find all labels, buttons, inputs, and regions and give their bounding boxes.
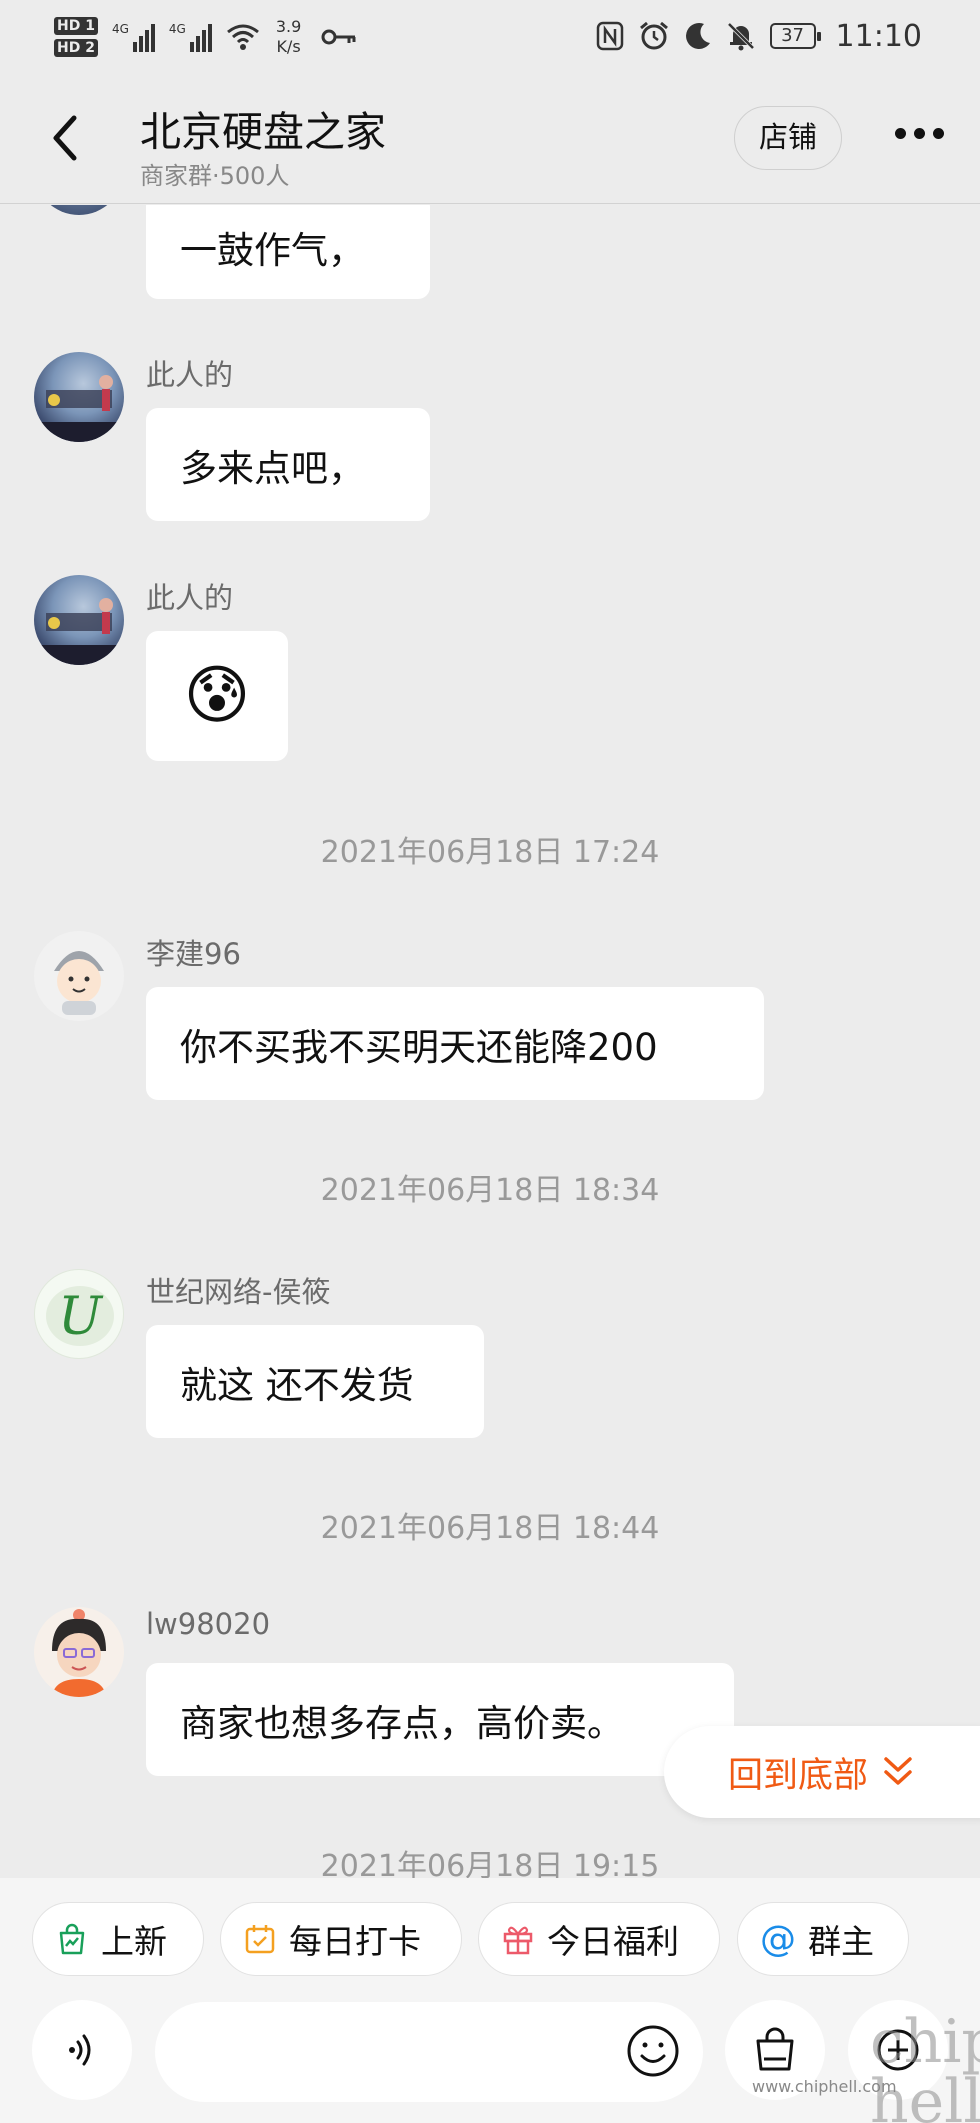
message-bubble[interactable]: 就这 还不发货 [146, 1325, 484, 1438]
avatar-art [34, 598, 124, 665]
message-input[interactable] [155, 2002, 703, 2102]
message-bubble[interactable]: 你不买我不买明天还能降200 [146, 987, 764, 1100]
sender-name: 李建96 [146, 937, 241, 971]
status-right: 37 11:10 [596, 14, 922, 58]
quick-action-checkin[interactable]: 每日打卡 [220, 1902, 462, 1976]
back-chevron-icon[interactable] [44, 110, 84, 166]
avatar[interactable] [34, 205, 124, 215]
message-bubble[interactable]: 多来点吧， [146, 408, 430, 521]
scroll-to-bottom-label: 回到底部 [728, 1755, 869, 1796]
shopping-bag-icon [756, 2027, 794, 2071]
double-chevron-down-icon [884, 1757, 912, 1785]
avatar-art [52, 1609, 106, 1697]
avatar-art [54, 951, 104, 1015]
timestamp: 2021年06月18日 18:34 [320, 1173, 660, 1208]
network-speed: 3.9 K/s [276, 17, 301, 57]
quick-action-label: 上新 [101, 1922, 167, 1961]
group-title: 北京硬盘之家 [140, 108, 386, 156]
scroll-to-bottom-button[interactable]: 回到底部 [664, 1726, 980, 1818]
sender-name: 世纪网络-侯筱 [146, 1275, 331, 1309]
message-bubble[interactable]: 商家也想多存点，高价卖。 [146, 1663, 734, 1776]
avatar[interactable]: U [34, 1269, 124, 1359]
speed-value: 3.9 [275, 17, 302, 36]
quick-action-label: 群主 [808, 1922, 874, 1961]
nfc-icon [596, 21, 623, 51]
avatar[interactable] [34, 1607, 124, 1697]
avatar[interactable] [34, 931, 124, 1021]
svg-text:U: U [58, 1287, 104, 1347]
avatar[interactable] [34, 352, 124, 442]
avatar[interactable] [34, 575, 124, 665]
quick-action-label: 每日打卡 [289, 1922, 421, 1961]
chat-header: 北京硬盘之家 商家群·500人 店铺 [0, 72, 980, 204]
wifi-icon [226, 24, 259, 50]
message-text: 就这 还不发货 [180, 1363, 414, 1407]
signal-icon: 4G [112, 22, 155, 52]
emoji-message: 😰 [183, 659, 251, 733]
key-icon [321, 29, 356, 45]
moon-icon [685, 23, 710, 50]
network-type-label: 4G [168, 22, 186, 36]
sim1-badge: HD 1 [54, 17, 98, 35]
avatar-art: U [46, 1286, 114, 1347]
battery-icon: 37 [769, 23, 821, 49]
chiphell-watermark: chip hell [870, 2007, 980, 2123]
sender-name: 此人的 [146, 581, 234, 615]
voice-icon [69, 2034, 91, 2066]
voice-button[interactable] [32, 2000, 132, 2100]
avatar-art [34, 375, 124, 442]
sender-name: lw98020 [146, 1607, 271, 1641]
sim-indicators: HD 1 HD 2 [54, 17, 98, 57]
message-bubble[interactable]: 一鼓作气， [146, 205, 430, 299]
message-text: 多来点吧， [180, 446, 365, 490]
shopping-bag-new-icon [59, 1923, 85, 1955]
mute-bell-icon [727, 22, 754, 51]
shop-button[interactable]: 店铺 [734, 106, 842, 170]
message-text: 你不买我不买明天还能降200 [180, 1025, 658, 1069]
timestamp: 2021年06月18日 18:44 [320, 1511, 660, 1546]
timestamp: 2021年06月18日 17:24 [320, 835, 660, 870]
smile-icon[interactable] [625, 2023, 681, 2079]
network-type-label: 4G [111, 22, 129, 36]
quick-action-owner[interactable]: @ 群主 [737, 1902, 909, 1976]
quick-action-label: 今日福利 [547, 1922, 679, 1961]
timestamp: 2021年06月18日 19:15 [320, 1849, 660, 1878]
message-text: 商家也想多存点，高价卖。 [180, 1701, 624, 1745]
message-text: 一鼓作气， [180, 229, 365, 272]
quick-action-new[interactable]: 上新 [32, 1902, 204, 1976]
watermark-url: www.chiphell.com [752, 2077, 897, 2096]
more-dots-icon[interactable] [895, 128, 944, 139]
alarm-icon [639, 21, 668, 50]
signal-icon: 4G [169, 22, 212, 52]
message-list[interactable]: 一鼓作气， 此人的 多来点吧， 此人的 😰 2021年06月18日 17:24 [0, 205, 980, 1878]
status-left: HD 1 HD 2 4G 4G 3.9 K/s [54, 10, 357, 64]
gift-icon [503, 1926, 533, 1955]
group-subtitle: 商家群·500人 [140, 162, 290, 190]
quick-action-welfare[interactable]: 今日福利 [478, 1902, 720, 1976]
calendar-check-icon [245, 1925, 275, 1954]
status-bar: HD 1 HD 2 4G 4G 3.9 K/s 37 11:10 [0, 0, 980, 72]
clock: 11:10 [835, 18, 922, 54]
sender-name: 此人的 [146, 358, 234, 392]
at-icon: @ [760, 1918, 796, 1960]
sim2-badge: HD 2 [54, 39, 98, 57]
message-bubble[interactable]: 😰 [146, 631, 288, 761]
speed-unit: K/s [276, 37, 301, 56]
